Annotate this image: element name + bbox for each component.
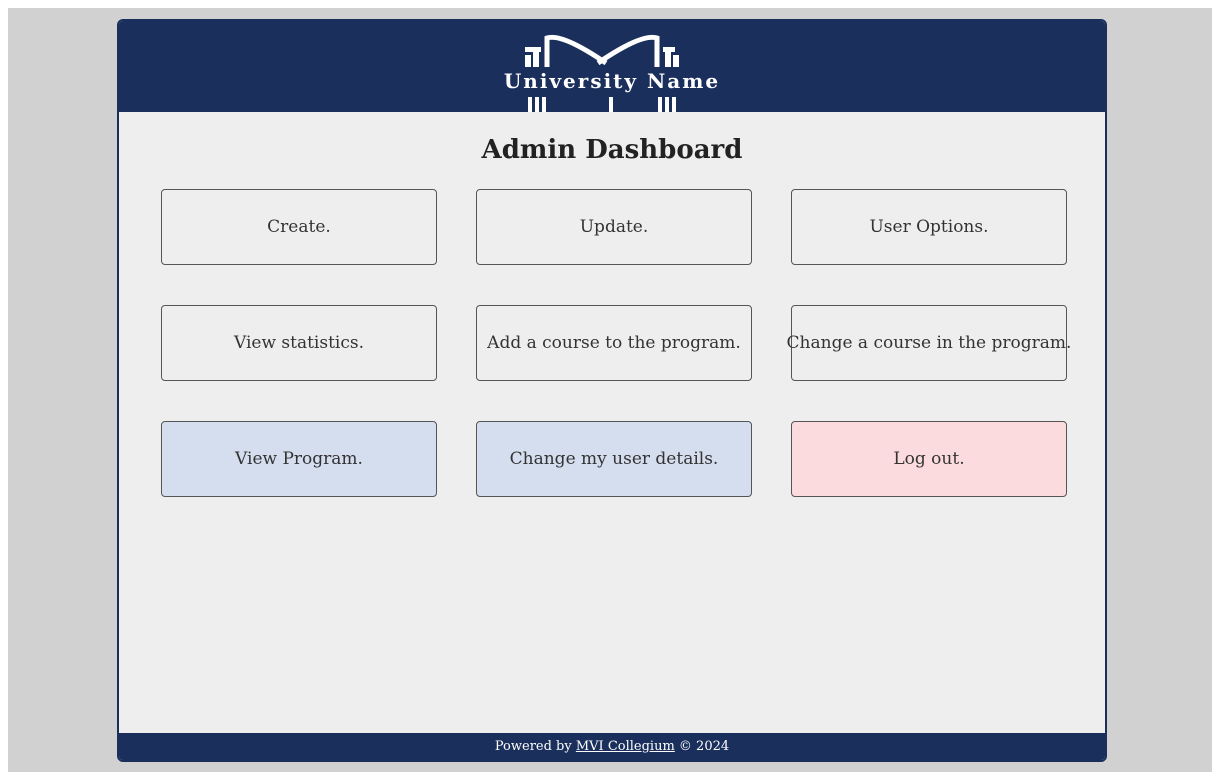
university-name: University Name: [503, 69, 721, 93]
dashboard-window: University Name Admin Dashboard Create. …: [117, 19, 1107, 762]
browser-viewport: University Name Admin Dashboard Create. …: [8, 8, 1212, 772]
add-course-button[interactable]: Add a course to the program.: [476, 305, 752, 381]
header-bar: University Name: [119, 21, 1105, 112]
change-user-details-button[interactable]: Change my user details.: [476, 421, 752, 497]
view-program-button[interactable]: View Program.: [161, 421, 437, 497]
create-button[interactable]: Create.: [161, 189, 437, 265]
footer-bar: Powered by MVI Collegium © 2024: [119, 733, 1105, 760]
view-statistics-button[interactable]: View statistics.: [161, 305, 437, 381]
footer-prefix: Powered by: [494, 739, 576, 754]
university-logo-icon: [525, 34, 679, 112]
page-title: Admin Dashboard: [481, 135, 743, 165]
change-course-button[interactable]: Change a course in the program.: [787, 305, 1071, 381]
mvi-collegium-link[interactable]: MVI Collegium: [576, 739, 675, 754]
university-logo: University Name: [502, 21, 722, 112]
logout-button[interactable]: Log out.: [791, 421, 1067, 497]
footer-copyright: © 2024: [674, 739, 730, 754]
user-options-button[interactable]: User Options.: [791, 189, 1067, 265]
update-button[interactable]: Update.: [476, 189, 752, 265]
dashboard-actions-grid: Create. Update. User Options. View stati…: [161, 189, 1071, 497]
